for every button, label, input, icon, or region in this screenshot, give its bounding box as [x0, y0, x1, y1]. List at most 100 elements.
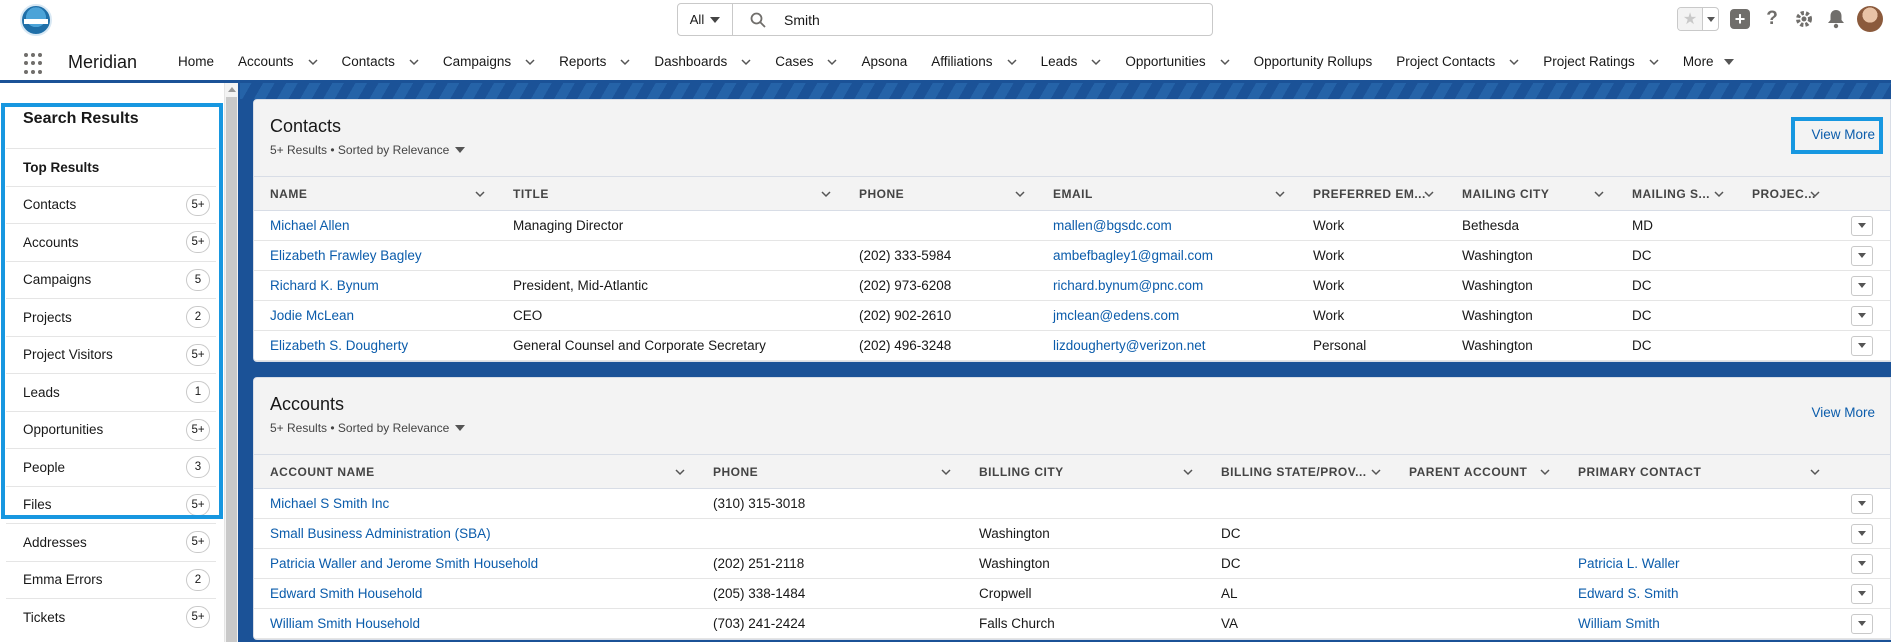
chevron-down-icon[interactable]: [525, 57, 535, 67]
chevron-down-icon[interactable]: [1810, 189, 1820, 199]
row-action-menu-button[interactable]: [1851, 523, 1873, 544]
nav-item-home[interactable]: Home: [166, 43, 226, 80]
nav-item-accounts[interactable]: Accounts: [226, 43, 330, 80]
chevron-down-icon[interactable]: [1220, 57, 1230, 67]
nav-item-cases[interactable]: Cases: [763, 43, 849, 80]
cell-email[interactable]: richard.bynum@pnc.com: [1037, 270, 1297, 301]
accounts-view-more-link[interactable]: View More: [1811, 405, 1875, 420]
column-header-preferred-em[interactable]: PREFERRED EM...: [1297, 176, 1446, 211]
notifications-bell-icon[interactable]: [1825, 8, 1847, 30]
app-launcher-icon[interactable]: [24, 53, 46, 75]
chevron-down-icon[interactable]: [1540, 467, 1550, 477]
chevron-down-icon[interactable]: [821, 189, 831, 199]
row-action-menu-button[interactable]: [1851, 583, 1873, 604]
nav-item-more[interactable]: More: [1671, 43, 1746, 80]
chevron-down-icon[interactable]: [475, 189, 485, 199]
sidebar-item-tickets[interactable]: Tickets 5+: [6, 598, 216, 635]
user-avatar[interactable]: [1857, 6, 1883, 32]
column-header-billing-city[interactable]: BILLING CITY: [963, 454, 1205, 489]
nav-item-opportunity-rollups[interactable]: Opportunity Rollups: [1242, 43, 1385, 80]
search-input[interactable]: Smith: [784, 12, 820, 28]
chevron-down-icon[interactable]: [941, 467, 951, 477]
accounts-card-title[interactable]: Accounts: [270, 394, 344, 415]
chevron-down-icon[interactable]: [1091, 57, 1101, 67]
nav-item-reports[interactable]: Reports: [547, 43, 642, 80]
cell-account-name[interactable]: Michael S Smith Inc: [254, 488, 697, 519]
search-scope-dropdown[interactable]: All: [678, 4, 733, 35]
contacts-sort-dropdown[interactable]: 5+ Results • Sorted by Relevance: [270, 143, 466, 157]
nav-item-project-contacts[interactable]: Project Contacts: [1384, 43, 1531, 80]
chevron-down-icon[interactable]: [1649, 57, 1659, 67]
column-header-projec[interactable]: PROJEC...: [1736, 176, 1832, 211]
column-header-mailing-city[interactable]: MAILING CITY: [1446, 176, 1616, 211]
column-header-name[interactable]: NAME: [254, 176, 497, 211]
column-header-email[interactable]: EMAIL: [1037, 176, 1297, 211]
sidebar-item-addresses[interactable]: Addresses 5+: [6, 523, 216, 560]
chevron-down-icon[interactable]: [1424, 189, 1434, 199]
chevron-down-icon[interactable]: [1594, 189, 1604, 199]
favorite-star-icon[interactable]: ★: [1678, 8, 1702, 30]
cell-email[interactable]: ambefbagley1@gmail.com: [1037, 240, 1297, 271]
cell-name[interactable]: Jodie McLean: [254, 300, 497, 331]
nav-item-campaigns[interactable]: Campaigns: [431, 43, 547, 80]
chevron-down-icon[interactable]: [741, 57, 751, 67]
column-header-phone[interactable]: PHONE: [697, 454, 963, 489]
sidebar-item-accounts[interactable]: Accounts 5+: [6, 223, 216, 260]
chevron-down-icon[interactable]: [1371, 467, 1381, 477]
scrollbar-thumb[interactable]: [226, 97, 237, 642]
nav-item-opportunities[interactable]: Opportunities: [1113, 43, 1241, 80]
chevron-down-icon[interactable]: [409, 57, 419, 67]
chevron-down-icon[interactable]: [1007, 57, 1017, 67]
cell-email[interactable]: jmclean@edens.com: [1037, 300, 1297, 331]
nav-item-apsona[interactable]: Apsona: [849, 43, 919, 80]
cell-account-name[interactable]: William Smith Household: [254, 608, 697, 639]
cell-primary-contact[interactable]: Patricia L. Waller: [1562, 548, 1832, 579]
column-header-primary-contact[interactable]: PRIMARY CONTACT: [1562, 454, 1832, 489]
cell-account-name[interactable]: Patricia Waller and Jerome Smith Househo…: [254, 548, 697, 579]
global-actions-button[interactable]: +: [1729, 8, 1751, 30]
chevron-down-icon[interactable]: [827, 57, 837, 67]
column-header-mailing-s[interactable]: MAILING S...: [1616, 176, 1736, 211]
sidebar-item-people[interactable]: People 3: [6, 448, 216, 485]
caret-down-icon[interactable]: [1723, 58, 1734, 65]
chevron-down-icon[interactable]: [1015, 189, 1025, 199]
cell-name[interactable]: Richard K. Bynum: [254, 270, 497, 301]
accounts-sort-dropdown[interactable]: 5+ Results • Sorted by Relevance: [270, 421, 466, 435]
meridian-logo-icon[interactable]: [20, 4, 52, 36]
cell-email[interactable]: mallen@bgsdc.com: [1037, 210, 1297, 241]
chevron-down-icon[interactable]: [1509, 57, 1519, 67]
row-action-menu-button[interactable]: [1851, 335, 1873, 356]
column-header-account-name[interactable]: ACCOUNT NAME: [254, 454, 697, 489]
chevron-down-icon[interactable]: [675, 467, 685, 477]
row-action-menu-button[interactable]: [1851, 275, 1873, 296]
contacts-card-title[interactable]: Contacts: [270, 116, 341, 137]
chevron-down-icon[interactable]: [1714, 189, 1724, 199]
chevron-down-icon[interactable]: [308, 57, 318, 67]
cell-name[interactable]: Elizabeth S. Dougherty: [254, 330, 497, 361]
sidebar-item-leads[interactable]: Leads 1: [6, 373, 216, 410]
cell-name[interactable]: Michael Allen: [254, 210, 497, 241]
row-action-menu-button[interactable]: [1851, 245, 1873, 266]
setup-gear-icon[interactable]: [1793, 8, 1815, 30]
sidebar-item-top-results[interactable]: Top Results: [6, 148, 216, 185]
cell-email[interactable]: lizdougherty@verizon.net: [1037, 330, 1297, 361]
sidebar-item-opportunities[interactable]: Opportunities 5+: [6, 410, 216, 448]
cell-name[interactable]: Elizabeth Frawley Bagley: [254, 240, 497, 271]
sidebar-item-projects[interactable]: Projects 2: [6, 298, 216, 335]
chevron-down-icon[interactable]: [1810, 467, 1820, 477]
chevron-down-icon[interactable]: [1183, 467, 1193, 477]
sidebar-item-emma-errors[interactable]: Emma Errors 2: [6, 560, 216, 598]
cell-account-name[interactable]: Edward Smith Household: [254, 578, 697, 609]
cell-primary-contact[interactable]: Edward S. Smith: [1562, 578, 1832, 609]
help-icon[interactable]: ?: [1761, 8, 1783, 30]
sidebar-item-campaigns[interactable]: Campaigns 5: [6, 260, 216, 298]
row-action-menu-button[interactable]: [1851, 553, 1873, 574]
sidebar-scrollbar[interactable]: [224, 83, 238, 642]
nav-item-contacts[interactable]: Contacts: [330, 43, 431, 80]
chevron-down-icon[interactable]: [1275, 189, 1285, 199]
cell-primary-contact[interactable]: William Smith: [1562, 608, 1832, 639]
sidebar-item-files[interactable]: Files 5+: [6, 485, 216, 523]
contacts-view-more-link[interactable]: View More: [1811, 127, 1875, 142]
favorites-list-button[interactable]: [1702, 8, 1718, 30]
row-action-menu-button[interactable]: [1851, 215, 1873, 236]
